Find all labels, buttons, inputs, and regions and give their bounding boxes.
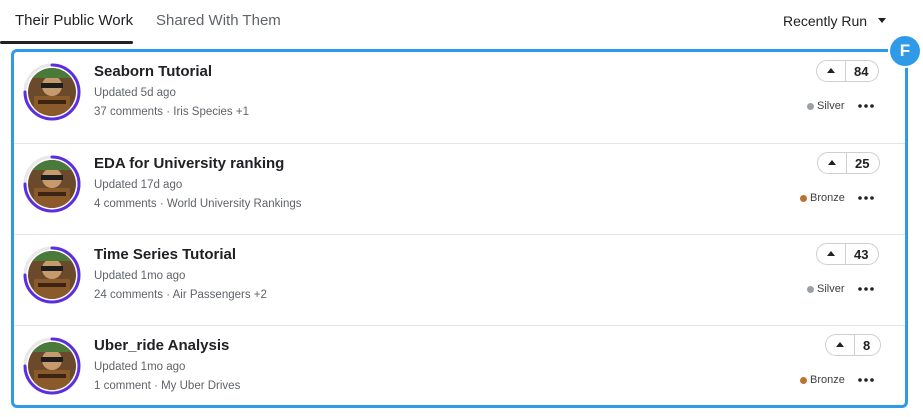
avatar-image <box>28 251 76 299</box>
medal-badge: Silver <box>807 100 845 112</box>
upvote-button[interactable] <box>818 153 847 173</box>
avatar[interactable] <box>23 246 81 304</box>
avatar-image <box>28 342 76 390</box>
avatar[interactable] <box>23 155 81 213</box>
medal-label: Bronze <box>810 192 845 204</box>
updated-time: Updated 5d ago <box>94 87 176 99</box>
notebook-meta: 1 comment · My Uber Drives <box>94 380 241 392</box>
updated-time: Updated 17d ago <box>94 179 183 191</box>
vote-count: 43 <box>854 246 869 262</box>
notebook-meta: 37 comments · Iris Species +1 <box>94 106 249 118</box>
upvote-button[interactable] <box>817 61 846 81</box>
caret-up-icon <box>827 251 835 256</box>
caret-up-icon <box>836 342 844 347</box>
notebook-meta: 4 comments · World University Rankings <box>94 198 302 210</box>
active-tab-indicator <box>0 41 133 44</box>
medal-label: Silver <box>817 283 845 295</box>
more-options-icon[interactable] <box>857 99 875 113</box>
medal-icon <box>800 376 807 384</box>
medal-icon <box>807 285 814 293</box>
medal-badge: Bronze <box>800 192 845 204</box>
medal-badge: Bronze <box>800 374 845 386</box>
avatar-image <box>28 160 76 208</box>
upvote-button[interactable] <box>817 244 846 264</box>
more-options-icon[interactable] <box>857 373 875 387</box>
more-options-icon[interactable] <box>857 282 875 296</box>
list-item[interactable]: Seaborn Tutorial Updated 5d ago 37 comme… <box>14 52 905 143</box>
upvote-control: 8 <box>825 334 882 356</box>
medal-icon <box>807 102 814 110</box>
chevron-down-icon[interactable] <box>878 18 886 23</box>
tab-their-public-work[interactable]: Their Public Work <box>15 12 133 29</box>
vote-count: 25 <box>855 155 870 171</box>
upvote-control: 84 <box>816 60 880 82</box>
more-options-icon[interactable] <box>857 191 875 205</box>
vote-count: 84 <box>854 63 869 79</box>
avatar-image <box>28 68 76 116</box>
avatar[interactable] <box>23 63 81 121</box>
notebook-title[interactable]: EDA for University ranking <box>94 155 284 172</box>
vote-count: 8 <box>863 337 871 353</box>
caret-up-icon <box>827 68 835 73</box>
upvote-button[interactable] <box>826 335 855 355</box>
notebook-title[interactable]: Time Series Tutorial <box>94 246 236 263</box>
medal-label: Bronze <box>810 374 845 386</box>
notebook-title[interactable]: Seaborn Tutorial <box>94 63 212 80</box>
list-item[interactable]: EDA for University ranking Updated 17d a… <box>14 143 905 235</box>
list-item[interactable]: Uber_ride Analysis Updated 1mo ago 1 com… <box>14 325 905 417</box>
notebook-list: Seaborn Tutorial Updated 5d ago 37 comme… <box>11 49 908 408</box>
notebook-meta: 24 comments · Air Passengers +2 <box>94 289 267 301</box>
tab-bar: Their Public Work Shared With Them Recen… <box>0 0 923 44</box>
medal-badge: Silver <box>807 283 845 295</box>
medal-icon <box>800 194 807 202</box>
list-item[interactable]: Time Series Tutorial Updated 1mo ago 24 … <box>14 234 905 326</box>
updated-time: Updated 1mo ago <box>94 361 186 373</box>
updated-time: Updated 1mo ago <box>94 270 186 282</box>
notebook-title[interactable]: Uber_ride Analysis <box>94 337 229 354</box>
avatar[interactable] <box>23 337 81 395</box>
upvote-control: 43 <box>816 243 880 265</box>
highlight-badge: F <box>890 36 920 66</box>
upvote-control: 25 <box>817 152 881 174</box>
caret-up-icon <box>828 160 836 165</box>
tab-shared-with-them[interactable]: Shared With Them <box>156 12 281 29</box>
medal-label: Silver <box>817 100 845 112</box>
sort-dropdown[interactable]: Recently Run <box>783 13 867 29</box>
